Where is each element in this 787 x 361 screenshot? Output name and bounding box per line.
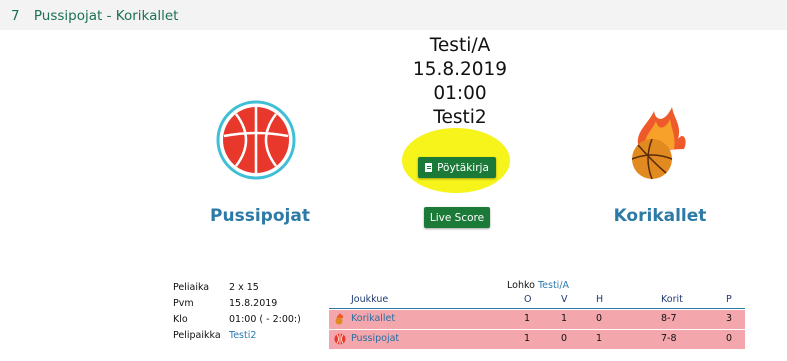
away-team-name[interactable]: Korikallet (590, 206, 730, 226)
game-date: 15.8.2019 (412, 59, 508, 80)
document-icon (425, 163, 433, 172)
detail-row: Klo 01:00 ( - 2:00:) (173, 314, 301, 330)
detail-label: Pvm (173, 298, 194, 309)
lohko-label: Lohko (507, 280, 535, 291)
team-link[interactable]: Pussipojat (351, 333, 399, 344)
team-link[interactable]: Korikallet (351, 313, 395, 324)
cell-v: 1 (561, 313, 568, 324)
pussipojat-logo-icon (334, 333, 346, 345)
home-team-logo[interactable] (216, 100, 296, 180)
table-row: Korikallet 1 1 0 8-7 3 (329, 310, 745, 329)
cell-korit: 8-7 (661, 313, 677, 324)
poytakirja-label: Pöytäkirja (437, 161, 489, 174)
game-title: Pussipojat - Korikallet (33, 8, 179, 24)
cell-korit: 7-8 (661, 333, 677, 344)
col-h: H (596, 294, 604, 305)
game-group: Testi/A (429, 35, 491, 56)
home-team-name[interactable]: Pussipojat (190, 206, 330, 226)
col-korit: Korit (661, 294, 683, 305)
live-score-button[interactable]: Live Score (424, 207, 490, 228)
cell-v: 0 (561, 333, 568, 344)
away-team-logo[interactable] (622, 103, 692, 183)
live-score-label: Live Score (429, 211, 485, 224)
game-venue: Testi2 (433, 107, 487, 128)
cell-h: 0 (596, 313, 603, 324)
detail-label: Pelipaikka (173, 330, 221, 341)
korikallet-logo-icon (335, 313, 344, 325)
cell-o: 1 (524, 333, 531, 344)
table-header: Joukkue O V H Korit P (329, 294, 745, 307)
detail-label: Klo (173, 314, 188, 325)
cell-p: 0 (726, 333, 733, 344)
game-number: 7 (11, 8, 20, 24)
col-joukkue: Joukkue (351, 294, 389, 305)
detail-row: Peliaika 2 x 15 (173, 282, 301, 298)
detail-label: Peliaika (173, 282, 210, 293)
detail-row: Pvm 15.8.2019 (173, 298, 301, 314)
col-o: O (524, 294, 532, 305)
lohko-link[interactable]: Testi/A (538, 280, 569, 291)
cell-h: 1 (596, 333, 603, 344)
detail-row: Pelipaikka Testi2 (173, 330, 301, 346)
detail-value: 01:00 ( - 2:00:) (229, 314, 301, 325)
game-time: 01:00 (433, 83, 487, 104)
page-header: 7 Pussipojat - Korikallet (11, 8, 178, 24)
col-v: V (561, 294, 568, 305)
detail-value: 2 x 15 (229, 282, 259, 293)
detail-value: 15.8.2019 (229, 298, 278, 309)
col-p: P (726, 294, 732, 305)
table-row: Pussipojat 1 0 1 7-8 0 (329, 330, 745, 349)
header-divider (329, 308, 745, 309)
poytakirja-button[interactable]: Pöytäkirja (418, 157, 496, 178)
cell-o: 1 (524, 313, 531, 324)
game-details: Peliaika 2 x 15 Pvm 15.8.2019 Klo 01:00 … (173, 282, 301, 346)
cell-p: 3 (726, 313, 733, 324)
lohko-line: Lohko Testi/A (507, 280, 569, 291)
venue-link[interactable]: Testi2 (229, 330, 256, 346)
